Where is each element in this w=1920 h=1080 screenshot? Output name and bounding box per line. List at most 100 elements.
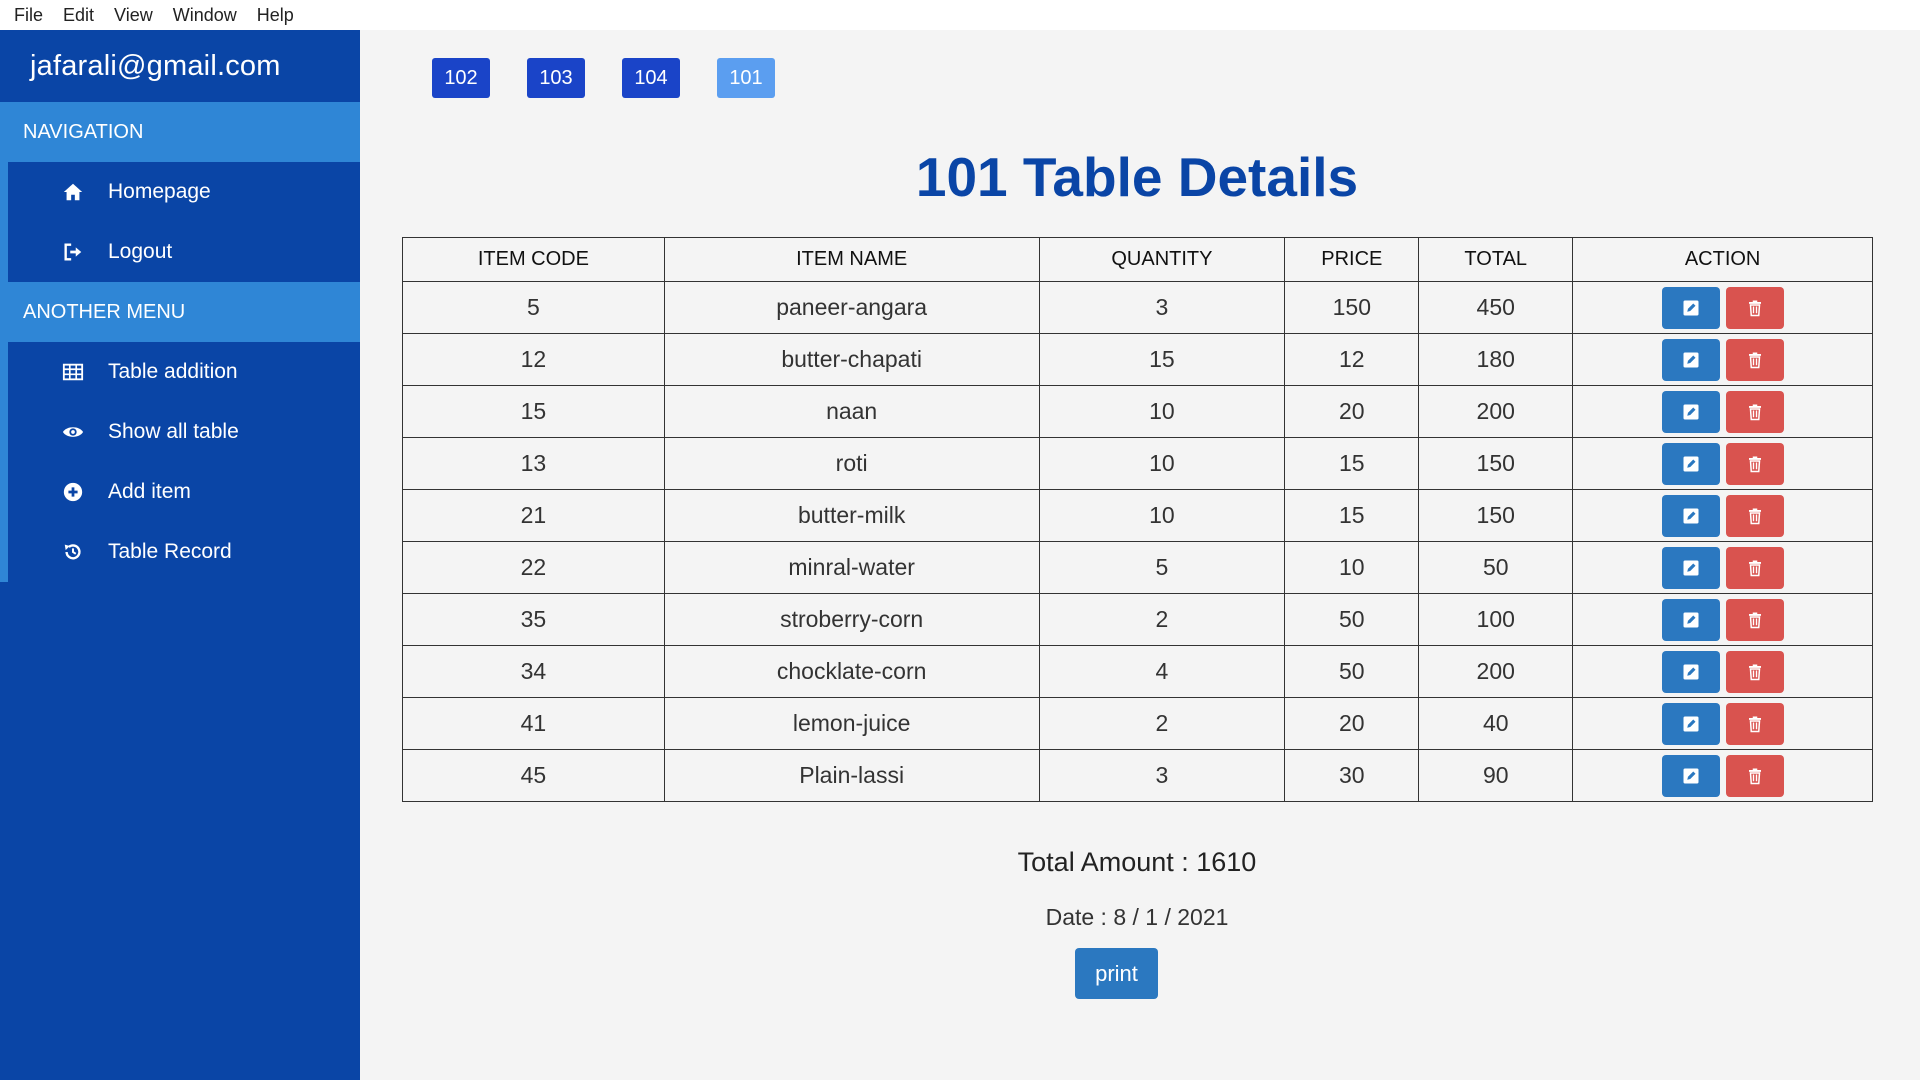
edit-button[interactable]: [1661, 338, 1720, 381]
tab-table-101[interactable]: 101: [717, 58, 775, 98]
edit-button[interactable]: [1661, 286, 1720, 329]
cell-item-code: 45: [402, 749, 665, 802]
cell-action: [1572, 541, 1873, 594]
another-menu-group: Table addition Show all table Add item T…: [0, 342, 360, 582]
home-icon: [60, 181, 86, 203]
table-row: 12 butter-chapati 15 12 180: [402, 333, 1873, 386]
cell-item-name: lemon-juice: [663, 697, 1040, 750]
cell-item-code: 12: [402, 333, 665, 386]
another-menu-header: ANOTHER MENU: [0, 282, 360, 342]
delete-button[interactable]: [1725, 494, 1784, 537]
cell-quantity: 5: [1038, 541, 1286, 594]
edit-button[interactable]: [1661, 702, 1720, 745]
cell-quantity: 10: [1038, 437, 1286, 490]
edit-button[interactable]: [1661, 494, 1720, 537]
cell-item-code: 35: [402, 593, 665, 646]
delete-button[interactable]: [1725, 650, 1784, 693]
tab-table-103[interactable]: 103: [527, 58, 585, 98]
cell-total: 200: [1418, 645, 1574, 698]
cell-quantity: 3: [1038, 749, 1286, 802]
navigation-group: Homepage Logout: [0, 162, 360, 282]
edit-button[interactable]: [1661, 754, 1720, 797]
tab-table-102[interactable]: 102: [432, 58, 490, 98]
cell-price: 20: [1284, 385, 1420, 438]
user-email: jafarali@gmail.com: [30, 49, 281, 82]
edit-button[interactable]: [1661, 650, 1720, 693]
sidebar-item-homepage[interactable]: Homepage: [8, 162, 360, 222]
header-total: TOTAL: [1418, 237, 1574, 282]
menu-help[interactable]: Help: [247, 5, 304, 26]
cell-action: [1572, 437, 1873, 490]
cell-item-name: naan: [663, 385, 1040, 438]
menu-edit[interactable]: Edit: [53, 5, 104, 26]
edit-icon: [1682, 507, 1700, 525]
sidebar-item-label: Homepage: [108, 180, 211, 203]
sidebar-item-table-record[interactable]: Table Record: [8, 522, 360, 582]
edit-button[interactable]: [1661, 546, 1720, 589]
edit-icon: [1682, 559, 1700, 577]
cell-total: 40: [1418, 697, 1574, 750]
delete-button[interactable]: [1725, 286, 1784, 329]
header-quantity: QUANTITY: [1038, 237, 1286, 282]
trash-icon: [1746, 507, 1764, 525]
edit-icon: [1682, 351, 1700, 369]
plus-circle-icon: [60, 481, 86, 503]
tab-table-104[interactable]: 104: [622, 58, 680, 98]
edit-icon: [1682, 403, 1700, 421]
edit-button[interactable]: [1661, 390, 1720, 433]
delete-button[interactable]: [1725, 702, 1784, 745]
edit-icon: [1682, 455, 1700, 473]
cell-action: [1572, 281, 1873, 334]
delete-button[interactable]: [1725, 338, 1784, 381]
menu-view[interactable]: View: [104, 5, 163, 26]
table-row: 35 stroberry-corn 2 50 100: [402, 593, 1873, 646]
cell-action: [1572, 385, 1873, 438]
table-icon: [60, 361, 86, 383]
cell-item-name: butter-chapati: [663, 333, 1040, 386]
cell-quantity: 2: [1038, 593, 1286, 646]
trash-icon: [1746, 767, 1764, 785]
edit-button[interactable]: [1661, 442, 1720, 485]
menu-file[interactable]: File: [4, 5, 53, 26]
cell-total: 100: [1418, 593, 1574, 646]
cell-price: 30: [1284, 749, 1420, 802]
trash-icon: [1746, 299, 1764, 317]
sidebar-item-label: Table Record: [108, 540, 232, 563]
cell-item-name: Plain-lassi: [663, 749, 1040, 802]
cell-item-code: 15: [402, 385, 665, 438]
cell-total: 180: [1418, 333, 1574, 386]
cell-quantity: 10: [1038, 385, 1286, 438]
cell-total: 150: [1418, 489, 1574, 542]
cell-item-name: stroberry-corn: [663, 593, 1040, 646]
table-row: 22 minral-water 5 10 50: [402, 541, 1873, 594]
sidebar-item-add-item[interactable]: Add item: [8, 462, 360, 522]
trash-icon: [1746, 403, 1764, 421]
sidebar-item-logout[interactable]: Logout: [8, 222, 360, 282]
table-row: 21 butter-milk 10 15 150: [402, 489, 1873, 542]
delete-button[interactable]: [1725, 442, 1784, 485]
delete-button[interactable]: [1725, 754, 1784, 797]
items-table: ITEM CODE ITEM NAME QUANTITY PRICE TOTAL…: [402, 237, 1873, 802]
logout-icon: [60, 241, 86, 263]
delete-button[interactable]: [1725, 598, 1784, 641]
cell-quantity: 15: [1038, 333, 1286, 386]
sidebar-item-table-addition[interactable]: Table addition: [8, 342, 360, 402]
cell-action: [1572, 489, 1873, 542]
cell-quantity: 10: [1038, 489, 1286, 542]
print-button[interactable]: print: [1075, 948, 1158, 999]
cell-price: 12: [1284, 333, 1420, 386]
delete-button[interactable]: [1725, 546, 1784, 589]
delete-button[interactable]: [1725, 390, 1784, 433]
sidebar-item-label: Show all table: [108, 420, 239, 443]
cell-item-name: minral-water: [663, 541, 1040, 594]
menu-window[interactable]: Window: [163, 5, 247, 26]
cell-item-code: 22: [402, 541, 665, 594]
sidebar-item-show-all-table[interactable]: Show all table: [8, 402, 360, 462]
trash-icon: [1746, 663, 1764, 681]
edit-button[interactable]: [1661, 598, 1720, 641]
table-row: 13 roti 10 15 150: [402, 437, 1873, 490]
cell-total: 90: [1418, 749, 1574, 802]
cell-action: [1572, 697, 1873, 750]
cell-item-name: paneer-angara: [663, 281, 1040, 334]
cell-price: 150: [1284, 281, 1420, 334]
